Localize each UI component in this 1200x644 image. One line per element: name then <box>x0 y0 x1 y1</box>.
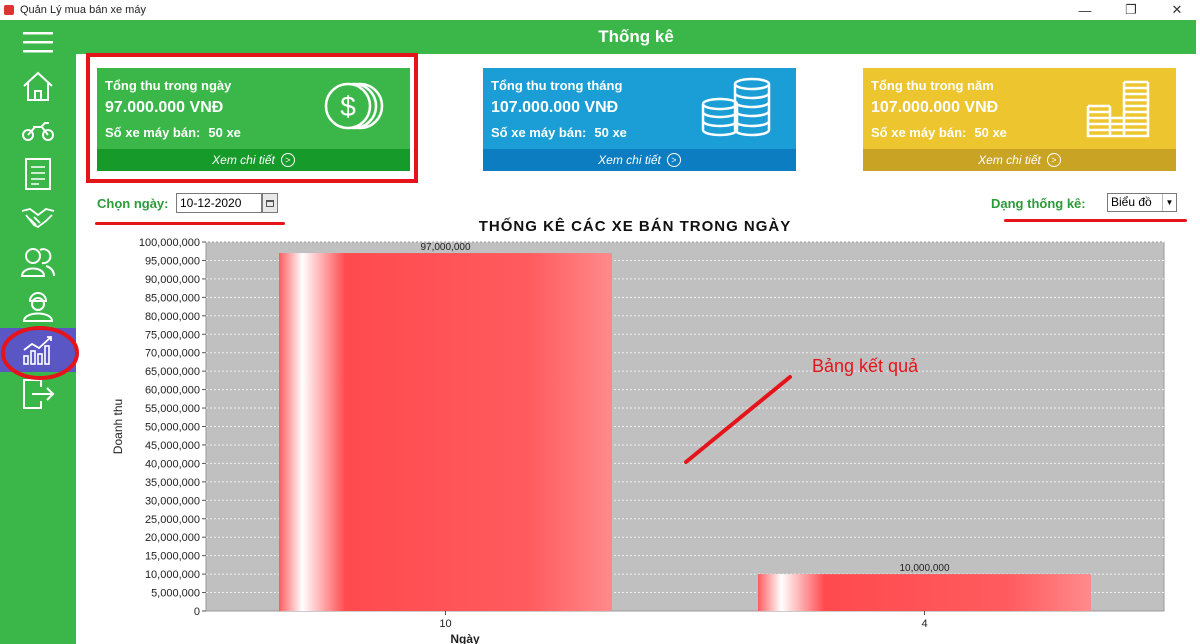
x-axis-label: Ngày <box>450 632 480 644</box>
chevron-down-icon: ▼ <box>1162 194 1176 211</box>
sidebar-item-partners[interactable] <box>0 196 76 240</box>
y-tick-label: 15,000,000 <box>145 551 200 563</box>
date-label: Chọn ngày: <box>97 196 169 211</box>
chevron-right-icon: > <box>1046 153 1061 167</box>
window-controls: — ❐ ✕ <box>1062 0 1200 20</box>
x-tick-label: 10 <box>439 618 451 630</box>
card-count: Số xe máy bán: 50 xe <box>871 125 1007 140</box>
y-tick-label: 20,000,000 <box>145 532 200 544</box>
monthly-revenue-card: Tổng thu trong tháng 107.000.000 VNĐ Số … <box>483 68 796 171</box>
y-tick-label: 55,000,000 <box>145 403 200 415</box>
title-bar: Quản Lý mua bán xe máy — ❐ ✕ <box>0 0 1200 20</box>
highlight-box <box>86 53 418 183</box>
sidebar <box>0 20 79 644</box>
minimize-button[interactable]: — <box>1062 0 1108 20</box>
y-tick-label: 10,000,000 <box>145 569 200 581</box>
y-tick-label: 100,000,000 <box>139 237 200 249</box>
date-field[interactable]: 10-12-2020 <box>176 193 262 213</box>
chart-title: THỐNG KÊ CÁC XE BÁN TRONG NGÀY <box>478 218 792 235</box>
date-picker-button[interactable] <box>262 193 278 213</box>
x-tick-label: 4 <box>921 618 927 630</box>
logout-icon <box>23 379 55 409</box>
card-count: Số xe máy bán: 50 xe <box>491 125 627 140</box>
chevron-right-icon: > <box>666 153 681 167</box>
sidebar-item-motorbikes[interactable] <box>0 108 76 152</box>
maximize-button[interactable]: ❐ <box>1108 0 1154 20</box>
card-amount: 107.000.000 VNĐ <box>871 99 999 116</box>
sidebar-item-invoices[interactable] <box>0 152 76 196</box>
window-title: Quản Lý mua bán xe máy <box>20 4 146 16</box>
y-tick-label: 35,000,000 <box>145 477 200 489</box>
y-tick-label: 0 <box>194 606 200 618</box>
y-tick-label: 90,000,000 <box>145 274 200 286</box>
yearly-detail-link[interactable]: Xem chi tiết > <box>863 149 1176 171</box>
y-tick-label: 25,000,000 <box>145 514 200 526</box>
sidebar-item-home[interactable] <box>0 64 76 108</box>
bar <box>758 574 1091 611</box>
monthly-detail-link[interactable]: Xem chi tiết > <box>483 149 796 171</box>
sidebar-highlight-circle <box>1 326 79 380</box>
y-tick-label: 50,000,000 <box>145 422 200 434</box>
stat-type-select[interactable]: Biểu đồ ▼ <box>1107 193 1177 212</box>
y-tick-label: 80,000,000 <box>145 311 200 323</box>
app-window: Quản Lý mua bán xe máy — ❐ ✕ Thống kê Tổ… <box>0 0 1200 644</box>
home-icon <box>23 71 53 101</box>
y-tick-label: 30,000,000 <box>145 495 200 507</box>
motorbike-icon <box>22 122 54 141</box>
close-button[interactable]: ✕ <box>1154 0 1200 20</box>
hamburger-menu-icon <box>23 32 53 53</box>
coin-pillars-icon <box>1086 80 1150 138</box>
y-axis-label: Doanh thu <box>111 399 125 454</box>
revenue-bar-chart: 0 5,000,000 10,000,000 15,000,000 20,000,000… <box>111 237 1165 644</box>
handshake-icon <box>21 208 55 229</box>
y-tick-label: 95,000,000 <box>145 255 200 267</box>
card-title: Tổng thu trong tháng <box>491 78 623 93</box>
stat-type-label: Dạng thống kê: <box>991 196 1086 211</box>
coin-stack-icon <box>701 77 771 137</box>
invoice-icon <box>25 158 51 190</box>
y-tick-label: 45,000,000 <box>145 440 200 452</box>
card-amount: 107.000.000 VNĐ <box>491 99 619 116</box>
page-title: Thống kê <box>76 20 1196 54</box>
customers-icon <box>20 248 55 277</box>
calendar-icon <box>266 199 274 207</box>
card-title: Tổng thu trong năm <box>871 78 994 93</box>
y-tick-label: 85,000,000 <box>145 292 200 304</box>
bar-value-label: 10,000,000 <box>899 563 949 574</box>
y-tick-label: 75,000,000 <box>145 329 200 341</box>
annotation-arrow <box>684 375 792 464</box>
stat-type-selected: Biểu đồ <box>1111 195 1152 209</box>
bar-value-label: 97,000,000 <box>420 242 470 253</box>
employee-icon <box>22 292 54 322</box>
y-tick-label: 5,000,000 <box>151 588 200 600</box>
sidebar-item-customers[interactable] <box>0 240 76 284</box>
y-tick-label: 65,000,000 <box>145 366 200 378</box>
y-tick-label: 40,000,000 <box>145 458 200 470</box>
sidebar-menu-toggle[interactable] <box>0 20 76 64</box>
yearly-revenue-card: Tổng thu trong năm 107.000.000 VNĐ Số xe… <box>863 68 1176 171</box>
y-tick-label: 60,000,000 <box>145 385 200 397</box>
annotation-text: Bảng kết quả <box>812 356 919 376</box>
y-tick-label: 70,000,000 <box>145 348 200 360</box>
app-logo-icon <box>4 5 14 15</box>
bar <box>279 253 612 611</box>
